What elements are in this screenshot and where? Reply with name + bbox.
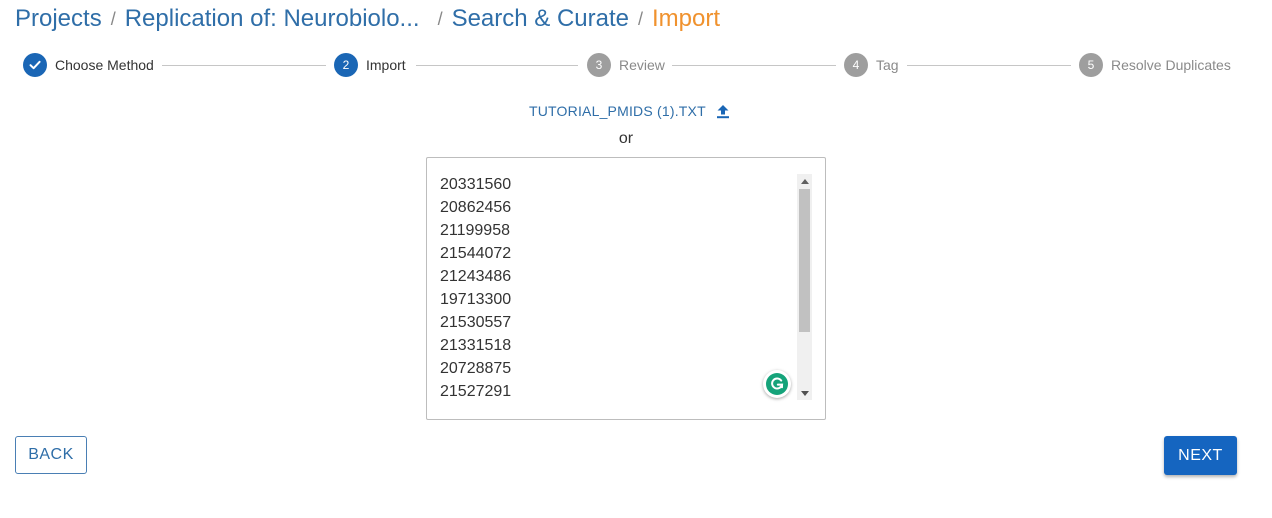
breadcrumb-search-curate-link[interactable]: Search & Curate bbox=[452, 5, 629, 33]
upload-file-button[interactable]: TUTORIAL_PMIDS (1).TXT bbox=[529, 101, 730, 121]
scroll-up-arrow-icon[interactable] bbox=[797, 174, 812, 188]
step-review[interactable]: 3 Review bbox=[587, 52, 665, 78]
step-number: 3 bbox=[587, 53, 611, 77]
breadcrumb-project-link[interactable]: Replication of: Neurobiolo... bbox=[125, 5, 420, 33]
pmid-line: 21527291 bbox=[440, 383, 512, 400]
step-resolve-duplicates[interactable]: 5 Resolve Duplicates bbox=[1079, 52, 1231, 78]
import-stepper: Choose Method 2 Import 3 Review 4 Tag 5 … bbox=[0, 52, 1272, 78]
step-number: 4 bbox=[844, 53, 868, 77]
step-number: 5 bbox=[1079, 53, 1103, 77]
pmid-line: 21331518 bbox=[440, 337, 512, 354]
step-number: 2 bbox=[334, 53, 358, 77]
breadcrumb-current-page: Import bbox=[652, 5, 721, 32]
upload-filename: TUTORIAL_PMIDS (1).TXT bbox=[529, 103, 706, 119]
textarea-scrollbar[interactable] bbox=[797, 174, 812, 400]
step-import[interactable]: 2 Import bbox=[334, 52, 406, 78]
pmid-line: 20728875 bbox=[440, 360, 512, 377]
scroll-down-arrow-icon[interactable] bbox=[797, 386, 812, 400]
step-tag[interactable]: 4 Tag bbox=[844, 52, 899, 78]
pmid-line: 21243486 bbox=[440, 268, 512, 285]
pmid-line: 19713300 bbox=[440, 291, 512, 308]
step-connector bbox=[162, 65, 326, 66]
step-label: Resolve Duplicates bbox=[1111, 57, 1231, 73]
pmid-line: 20862456 bbox=[440, 199, 512, 216]
step-connector bbox=[907, 65, 1071, 66]
grammarly-icon[interactable] bbox=[763, 370, 791, 398]
step-connector bbox=[672, 65, 836, 66]
pmid-list: 20331560 20862456 21199958 21544072 2124… bbox=[440, 173, 511, 403]
breadcrumb-separator: / bbox=[638, 8, 644, 29]
breadcrumb-separator: / bbox=[110, 8, 116, 29]
upload-icon bbox=[716, 104, 730, 119]
pmid-line: 20331560 bbox=[440, 176, 512, 193]
next-button[interactable]: NEXT bbox=[1164, 436, 1237, 475]
step-connector bbox=[416, 65, 578, 66]
breadcrumb: Projects / Replication of: Neurobiolo...… bbox=[15, 4, 720, 34]
check-icon bbox=[23, 53, 47, 77]
step-label: Import bbox=[366, 57, 406, 73]
step-label: Review bbox=[619, 57, 665, 73]
or-divider-text: or bbox=[618, 130, 634, 147]
pmid-textarea[interactable]: 20331560 20862456 21199958 21544072 2124… bbox=[426, 157, 826, 420]
breadcrumb-projects-link[interactable]: Projects bbox=[15, 5, 102, 33]
breadcrumb-separator: / bbox=[437, 8, 443, 29]
step-label: Tag bbox=[876, 57, 899, 73]
step-choose-method[interactable]: Choose Method bbox=[23, 52, 154, 78]
step-label: Choose Method bbox=[55, 57, 154, 73]
pmid-line: 21199958 bbox=[440, 222, 510, 239]
scrollbar-thumb[interactable] bbox=[799, 189, 810, 332]
back-button[interactable]: BACK bbox=[15, 436, 87, 474]
pmid-line: 21530557 bbox=[440, 314, 512, 331]
pmid-line: 21544072 bbox=[440, 245, 512, 262]
